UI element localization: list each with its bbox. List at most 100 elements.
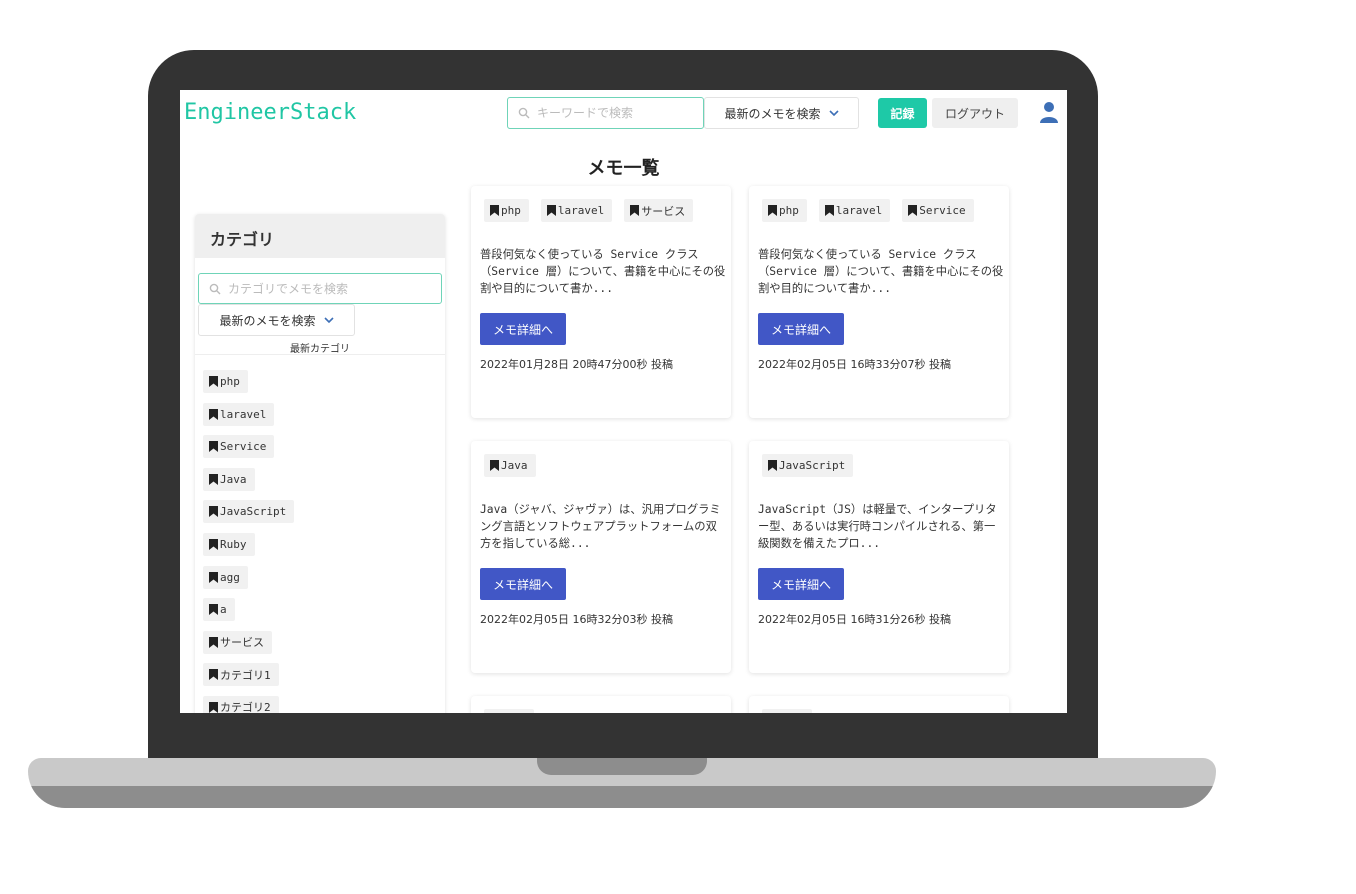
sidebar-title: カテゴリ <box>195 214 445 258</box>
memo-detail-button[interactable]: メモ詳細へ <box>480 313 566 345</box>
memo-tags: php laravel サービス <box>484 199 694 222</box>
bookmark-icon <box>908 205 918 216</box>
category-item[interactable]: Ruby <box>203 532 255 556</box>
memo-excerpt: 普段何気なく使っている Service クラス（Service 層）について、書… <box>758 248 1004 295</box>
bookmark-icon <box>209 571 218 583</box>
bookmark-icon <box>768 460 777 471</box>
category-item[interactable]: Java <box>203 467 255 491</box>
memo-tags: Java <box>484 454 536 477</box>
memo-tag[interactable]: laravel <box>818 199 891 222</box>
app-screen: EngineerStack 最新のメモを検索 記録 ログアウト メモ一覧 カテゴ… <box>180 90 1067 713</box>
memo-card-partial <box>749 696 1009 713</box>
category-label: php <box>220 375 240 388</box>
memo-card: php laravel Service 普段何気なく使っている Service … <box>749 186 1009 418</box>
divider <box>195 354 445 355</box>
memo-tag-label: JavaScript <box>779 459 846 472</box>
memo-tag-label: Service <box>919 204 966 217</box>
category-label: Ruby <box>220 537 247 551</box>
memo-tag[interactable]: Service <box>902 199 974 222</box>
memo-card: JavaScript JavaScript（JS）は軽量で、インタープリター型、… <box>749 441 1009 673</box>
category-label: Java <box>220 472 247 486</box>
memo-tag[interactable]: サービス <box>624 199 694 222</box>
bookmark-icon <box>768 205 777 216</box>
bookmark-icon <box>630 205 640 216</box>
memo-tags: php laravel Service <box>762 199 974 222</box>
category-item[interactable]: カテゴリ1 <box>203 663 279 687</box>
sort-select[interactable]: 最新のメモを検索 <box>704 97 859 129</box>
bookmark-icon <box>209 408 218 420</box>
bookmark-icon <box>209 506 218 518</box>
bookmark-icon <box>209 669 218 681</box>
category-label: カテゴリ1 <box>220 668 271 682</box>
memo-tag-label: サービス <box>641 204 686 218</box>
memo-tag-label: laravel <box>835 204 883 217</box>
user-icon[interactable] <box>1040 101 1058 123</box>
category-label: Service <box>220 440 267 454</box>
bookmark-icon <box>209 538 218 550</box>
bookmark-icon <box>824 205 834 216</box>
page-title: メモ一覧 <box>587 158 660 179</box>
memo-detail-button[interactable]: メモ詳細へ <box>758 313 844 345</box>
bookmark-icon <box>490 460 499 471</box>
memo-card-partial <box>471 696 731 713</box>
category-search-box[interactable] <box>198 273 442 304</box>
memo-tag[interactable]: laravel <box>540 199 613 222</box>
memo-tag-label: Java <box>501 459 528 472</box>
search-icon <box>518 107 530 119</box>
bookmark-icon <box>209 604 218 616</box>
bookmark-icon <box>209 701 218 713</box>
category-label: agg <box>220 570 240 584</box>
bookmark-icon <box>490 205 499 216</box>
category-label: JavaScript <box>220 505 287 519</box>
record-button[interactable]: 記録 <box>878 98 927 128</box>
app-logo[interactable]: EngineerStack <box>184 100 356 125</box>
memo-tag[interactable]: php <box>762 199 807 222</box>
memo-tag-label: laravel <box>557 204 605 217</box>
category-sort-label: 最新のメモを検索 <box>219 313 316 328</box>
memo-tag-partial <box>484 709 534 713</box>
bookmark-icon <box>209 473 218 485</box>
memo-tag[interactable]: php <box>484 199 529 222</box>
category-item[interactable]: php <box>203 370 248 393</box>
category-sort-select[interactable]: 最新のメモを検索 <box>198 304 355 336</box>
memo-date: 2022年01月28日 20時47分00秒 投稿 <box>480 358 673 371</box>
category-item[interactable]: サービス <box>203 630 272 654</box>
category-item[interactable]: a <box>203 598 235 622</box>
bookmark-icon <box>209 376 218 387</box>
category-item[interactable]: JavaScript <box>203 500 295 524</box>
search-icon <box>209 283 221 294</box>
memo-date: 2022年02月05日 16時31分26秒 投稿 <box>758 613 951 626</box>
category-search-input[interactable] <box>228 281 428 296</box>
keyword-search-input[interactable] <box>537 106 697 120</box>
memo-excerpt: Java（ジャバ、ジャヴァ）は、汎用プログラミング言語とソフトウェアプラットフォ… <box>480 503 721 550</box>
category-label: カテゴリ2 <box>220 701 271 713</box>
bookmark-icon <box>546 205 556 216</box>
keyword-search-box[interactable] <box>507 97 704 129</box>
memo-card: php laravel サービス 普段何気なく使っている Service クラス… <box>471 186 731 418</box>
bookmark-icon <box>209 636 218 648</box>
memo-tag[interactable]: JavaScript <box>762 454 854 477</box>
laptop-base-lower <box>28 786 1216 808</box>
category-item[interactable]: agg <box>203 565 248 589</box>
memo-card: Java Java（ジャバ、ジャヴァ）は、汎用プログラミング言語とソフトウェアプ… <box>471 441 731 673</box>
memo-tag-label: php <box>501 204 521 217</box>
memo-excerpt: 普段何気なく使っている Service クラス（Service 層）について、書… <box>480 248 726 295</box>
chevron-down-icon <box>828 109 839 116</box>
bookmark-icon <box>209 441 218 453</box>
logout-button[interactable]: ログアウト <box>932 98 1018 128</box>
memo-detail-button[interactable]: メモ詳細へ <box>758 568 844 600</box>
category-item[interactable]: カテゴリ2 <box>203 695 279 713</box>
category-label: a <box>220 603 227 617</box>
memo-detail-button[interactable]: メモ詳細へ <box>480 568 566 600</box>
recent-categories-label: 最新カテゴリ <box>290 344 350 355</box>
memo-date: 2022年02月05日 16時32分03秒 投稿 <box>480 613 673 626</box>
memo-tag-label: php <box>779 204 799 217</box>
category-label: laravel <box>220 407 267 421</box>
category-sidebar: カテゴリ 最新のメモを検索 最新カテゴリ php laravel Service… <box>195 214 445 713</box>
memo-tag[interactable]: Java <box>484 454 536 477</box>
category-item[interactable]: laravel <box>203 402 275 426</box>
memo-tag-partial <box>762 709 812 713</box>
category-item[interactable]: Service <box>203 435 275 459</box>
memo-excerpt: JavaScript（JS）は軽量で、インタープリター型、あるいは実行時コンパイ… <box>758 503 997 550</box>
category-label: サービス <box>220 636 264 650</box>
